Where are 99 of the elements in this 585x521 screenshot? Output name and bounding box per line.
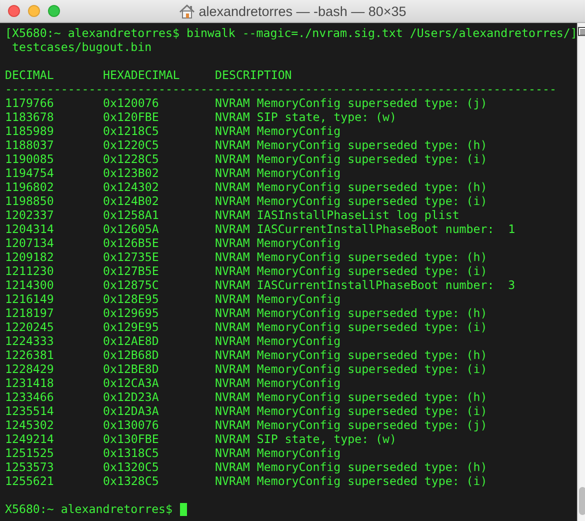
table-cell-text: 0x123B02 xyxy=(103,166,160,180)
dashed-rule: ------------------------------------------------------------------------------- xyxy=(5,82,556,96)
table-cell-text: 0x120FBE xyxy=(103,110,160,124)
scroll-thumb[interactable] xyxy=(579,487,585,515)
table-cell: NVRAM SIP state, type: (w) xyxy=(215,110,396,124)
terminal-line: [X5680:~ alexandretorres$ binwalk --magic=./nvram.sig.txt /Users/alexandretorres/] xyxy=(5,26,578,40)
table-cell-text: 1216149 xyxy=(5,292,55,306)
table-cell: NVRAM MemoryConfig superseded type: (h) xyxy=(215,390,488,404)
minimize-button[interactable] xyxy=(28,5,40,17)
table-cell: NVRAM MemoryConfig superseded type: (h) xyxy=(215,306,488,320)
table-cell-text: 1233466 xyxy=(5,390,55,404)
table-cell-text: 1179766 xyxy=(5,96,55,110)
table-cell: NVRAM MemoryConfig xyxy=(215,236,341,250)
table-cell-text: 0x129695 xyxy=(103,306,160,320)
zoom-button[interactable] xyxy=(48,5,60,17)
table-cell-text: 0x128E95 xyxy=(103,292,160,306)
table-cell-text: 1231418 xyxy=(5,376,55,390)
table-cell: NVRAM MemoryConfig superseded type: (i) xyxy=(215,320,488,334)
table-cell: NVRAM MemoryConfig superseded type: (j) xyxy=(215,418,488,432)
terminal-line: testcases/bugout.bin xyxy=(10,40,152,54)
table-cell-text: 1211230 xyxy=(5,264,55,278)
table-cell-text: 1196802 xyxy=(5,180,55,194)
close-button[interactable] xyxy=(8,5,20,17)
shell-prompt: X5680:~ alexandretorres$ xyxy=(5,502,173,516)
table-cell-text: 0x12CA3A xyxy=(103,376,160,390)
table-cell-text: 0x127B5E xyxy=(103,264,160,278)
table-cell-text: 0x12D23A xyxy=(103,390,160,404)
table-cell: NVRAM MemoryConfig superseded type: (h) xyxy=(215,138,488,152)
table-cell-text: 1226381 xyxy=(5,348,55,362)
table-cell-text: 0x1318C5 xyxy=(103,446,160,460)
column-header: DESCRIPTION xyxy=(215,68,292,82)
table-cell-text: 0x120076 xyxy=(103,96,160,110)
table-cell-text: 0x1320C5 xyxy=(103,460,160,474)
table-cell: NVRAM MemoryConfig superseded type: (i) xyxy=(215,264,488,278)
table-cell: NVRAM MemoryConfig superseded type: (i) xyxy=(215,474,488,488)
table-cell-text: 1188037 xyxy=(5,138,55,152)
table-cell: NVRAM MemoryConfig superseded type: (i) xyxy=(215,194,488,208)
table-cell-text: 0x126B5E xyxy=(103,236,160,250)
table-cell: NVRAM MemoryConfig superseded type: (j) xyxy=(215,96,488,110)
scrollbar[interactable] xyxy=(577,23,585,521)
table-cell-text: 1185989 xyxy=(5,124,55,138)
table-cell-text: 1209182 xyxy=(5,250,55,264)
table-cell-text: 0x1328C5 xyxy=(103,474,160,488)
table-cell-text: 0x12AE8D xyxy=(103,334,160,348)
table-cell: NVRAM IASCurrentInstallPhaseBoot number: 3 xyxy=(215,278,516,292)
table-cell: NVRAM MemoryConfig xyxy=(215,376,341,390)
table-cell: NVRAM IASInstallPhaseList log plist xyxy=(215,208,460,222)
table-cell: NVRAM MemoryConfig xyxy=(215,446,341,460)
table-cell: NVRAM MemoryConfig xyxy=(215,292,341,306)
table-cell-text: 1249214 xyxy=(5,432,55,446)
table-cell-text: 0x12BE8D xyxy=(103,362,160,376)
table-cell-text: 1190085 xyxy=(5,152,55,166)
table-cell-text: 0x124302 xyxy=(103,180,160,194)
table-cell-text: 0x12B68D xyxy=(103,348,160,362)
marks-icon xyxy=(578,27,585,36)
table-cell-text: 1202337 xyxy=(5,208,55,222)
table-cell-text: 0x12735E xyxy=(103,250,160,264)
table-cell-text: 1245302 xyxy=(5,418,55,432)
table-cell-text: 1194754 xyxy=(5,166,55,180)
table-cell: NVRAM IASCurrentInstallPhaseBoot number: 1 xyxy=(215,222,516,236)
table-cell: NVRAM MemoryConfig xyxy=(215,166,341,180)
table-cell: NVRAM MemoryConfig xyxy=(215,334,341,348)
table-cell-text: 1220245 xyxy=(5,320,55,334)
table-cell-text: 1255621 xyxy=(5,474,55,488)
table-cell-text: 1207134 xyxy=(5,236,55,250)
window-title: alexandretorres — -bash — 80×35 xyxy=(198,4,406,18)
table-cell-text: 1214300 xyxy=(5,278,55,292)
table-cell-text: 1251525 xyxy=(5,446,55,460)
table-cell: NVRAM MemoryConfig superseded type: (i) xyxy=(215,362,488,376)
table-cell-text: 0x130076 xyxy=(103,418,160,432)
table-cell-text: 1204314 xyxy=(5,222,55,236)
house-icon xyxy=(178,4,195,18)
table-cell-text: 0x12605A xyxy=(103,222,160,236)
table-cell: NVRAM SIP state, type: (w) xyxy=(215,432,396,446)
column-header: HEXADECIMAL xyxy=(103,68,181,82)
table-cell-text: 1224333 xyxy=(5,334,55,348)
table-cell: NVRAM MemoryConfig superseded type: (h) xyxy=(215,348,488,362)
table-cell-text: 0x1258A1 xyxy=(103,208,160,222)
table-cell: NVRAM MemoryConfig superseded type: (h) xyxy=(215,460,488,474)
table-cell-text: 0x12875C xyxy=(103,278,160,292)
table-cell-text: 1253573 xyxy=(5,460,55,474)
table-cell: NVRAM MemoryConfig superseded type: (i) xyxy=(215,152,488,166)
table-cell-text: 1228429 xyxy=(5,362,55,376)
table-cell-text: 0x124B02 xyxy=(103,194,160,208)
table-cell: NVRAM MemoryConfig xyxy=(215,124,341,138)
table-cell-text: 0x1228C5 xyxy=(103,152,160,166)
table-cell-text: 0x12DA3A xyxy=(103,404,160,418)
table-cell: NVRAM MemoryConfig superseded type: (h) xyxy=(215,180,488,194)
table-cell-text: 0x129E95 xyxy=(103,320,160,334)
table-cell: NVRAM MemoryConfig superseded type: (i) xyxy=(215,404,488,418)
table-cell-text: 1218197 xyxy=(5,306,55,320)
table-cell-text: 0x130FBE xyxy=(103,432,160,446)
table-cell-text: 1198850 xyxy=(5,194,55,208)
column-header: DECIMAL xyxy=(5,68,55,82)
table-cell-text: 0x1220C5 xyxy=(103,138,160,152)
table-cell-text: 1183678 xyxy=(5,110,55,124)
table-cell-text: 0x1218C5 xyxy=(103,124,160,138)
table-cell: NVRAM MemoryConfig superseded type: (h) xyxy=(215,250,488,264)
table-cell-text: 1235514 xyxy=(5,404,55,418)
